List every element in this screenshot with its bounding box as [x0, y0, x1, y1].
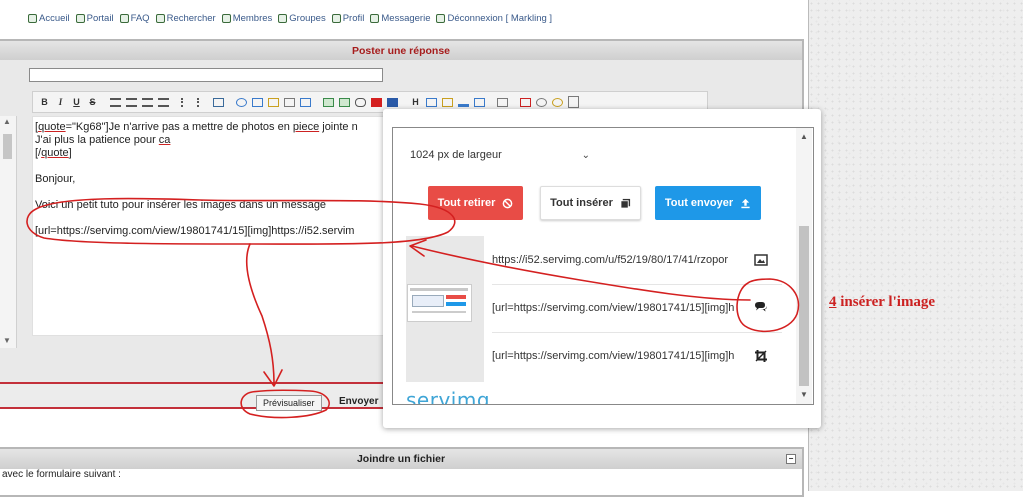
home-icon	[28, 14, 37, 23]
scroll-thumb[interactable]	[3, 134, 12, 159]
font-face-icon[interactable]	[440, 95, 455, 110]
panel-title: Poster une réponse	[0, 41, 802, 60]
nav-faq[interactable]: FAQ	[119, 13, 150, 24]
upload-image-icon[interactable]	[337, 95, 352, 110]
youtube-icon[interactable]	[369, 95, 384, 110]
quote-icon[interactable]	[234, 95, 249, 110]
link-row-thumb[interactable]: [url=https://servimg.com/view/19801741/1…	[492, 332, 782, 380]
align-right-icon[interactable]	[140, 95, 155, 110]
attach-title: Joindre un fichier	[356, 453, 446, 465]
servimg-popup: 1024 px de largeur ⌄ Tout retirer Tout i…	[383, 109, 821, 428]
size-select[interactable]: 1024 px de largeur ⌄	[410, 145, 590, 165]
scroll-up-icon[interactable]: ▲	[3, 117, 11, 126]
popup-scrollbar[interactable]: ▲ ▼	[796, 128, 812, 404]
align-left-icon[interactable]	[108, 95, 123, 110]
justify-icon[interactable]	[156, 95, 171, 110]
subject-input[interactable]	[29, 68, 383, 82]
numbered-list-icon[interactable]	[195, 95, 210, 110]
flash-icon[interactable]	[385, 95, 400, 110]
link-row-bbcode[interactable]: [url=https://servimg.com/view/19801741/1…	[492, 284, 782, 333]
preview-button[interactable]: Prévisualiser	[256, 395, 322, 411]
logout-icon	[436, 14, 446, 23]
table-icon[interactable]	[298, 95, 313, 110]
profile-icon	[331, 14, 341, 23]
scroll-down-icon[interactable]: ▼	[3, 336, 11, 345]
nav-portail[interactable]: Portail	[75, 13, 114, 24]
bold-button[interactable]: B	[37, 95, 52, 110]
nav-accueil[interactable]: Accueil	[28, 13, 70, 24]
header-button[interactable]: H	[408, 95, 423, 110]
image-thumbnail[interactable]	[406, 236, 484, 382]
nav-messagerie[interactable]: Messagerie	[370, 13, 430, 24]
italic-button[interactable]: I	[53, 95, 68, 110]
source-icon[interactable]	[566, 95, 581, 110]
spoiler-icon[interactable]	[266, 95, 281, 110]
uploaded-image-card: https://i52.servimg.com/u/f52/19/80/17/4…	[406, 236, 784, 382]
nav-groupes[interactable]: Groupes	[278, 13, 326, 24]
link-icon[interactable]	[353, 95, 368, 110]
nav-rechercher[interactable]: Rechercher	[155, 13, 216, 24]
font-size-icon[interactable]	[424, 95, 439, 110]
copy-icon	[620, 198, 630, 209]
image-icon[interactable]	[321, 95, 336, 110]
forbidden-icon	[503, 198, 513, 208]
palette-icon[interactable]	[550, 95, 565, 110]
chevron-down-icon: ⌄	[581, 149, 590, 161]
faq-icon	[119, 14, 129, 23]
crop-icon[interactable]	[754, 349, 768, 363]
settings-icon[interactable]	[534, 95, 549, 110]
nav-profil[interactable]: Profil	[331, 13, 364, 24]
underline-button[interactable]: U	[69, 95, 84, 110]
attach-text: avec le formulaire suivant :	[0, 469, 802, 495]
groups-icon	[278, 14, 288, 23]
hide-icon[interactable]	[282, 95, 297, 110]
servimg-logo: servimg	[406, 388, 491, 405]
annotation-label: 4 insérer l'image	[829, 294, 936, 310]
editor-scrollbar[interactable]: ▲ ▼	[0, 116, 17, 348]
link-row-direct[interactable]: https://i52.servimg.com/u/f52/19/80/17/4…	[492, 236, 782, 285]
align-center-icon[interactable]	[124, 95, 139, 110]
remove-all-button[interactable]: Tout retirer	[428, 186, 523, 220]
background-texture	[808, 0, 1023, 491]
font-color-icon[interactable]	[456, 95, 471, 110]
calendar-icon[interactable]	[518, 95, 533, 110]
members-icon	[221, 14, 231, 23]
insert-bubble-icon[interactable]	[754, 301, 768, 315]
highlight-icon[interactable]	[472, 95, 487, 110]
send-all-button[interactable]: Tout envoyer	[655, 186, 761, 220]
top-navigation: Accueil Portail FAQ Rechercher Membres G…	[28, 13, 552, 24]
attach-title-bar: Joindre un fichier −	[0, 449, 802, 469]
servimg-frame: 1024 px de largeur ⌄ Tout retirer Tout i…	[392, 127, 814, 405]
insert-all-button[interactable]: Tout insérer	[540, 186, 641, 220]
strike-button[interactable]: S	[85, 95, 100, 110]
image-links: https://i52.servimg.com/u/f52/19/80/17/4…	[484, 236, 784, 382]
hr-icon[interactable]	[211, 95, 226, 110]
scroll-up-icon[interactable]: ▲	[800, 132, 808, 141]
upload-icon	[741, 198, 750, 208]
code-icon[interactable]	[250, 95, 265, 110]
search-icon	[155, 14, 165, 23]
send-button[interactable]: Envoyer	[339, 395, 378, 409]
attach-file-panel: Joindre un fichier − avec le formulaire …	[0, 447, 804, 497]
portal-icon	[75, 14, 85, 23]
nav-membres[interactable]: Membres	[221, 13, 272, 24]
popup-scroll-thumb[interactable]	[799, 226, 809, 386]
scroll-down-icon[interactable]: ▼	[800, 390, 808, 399]
image-icon[interactable]	[754, 253, 768, 267]
more-icon[interactable]	[495, 95, 510, 110]
nav-deconnexion[interactable]: Déconnexion [ Markling ]	[436, 13, 552, 24]
bullet-list-icon[interactable]	[179, 95, 194, 110]
mail-icon	[370, 14, 380, 23]
minimize-icon[interactable]: −	[786, 454, 796, 464]
